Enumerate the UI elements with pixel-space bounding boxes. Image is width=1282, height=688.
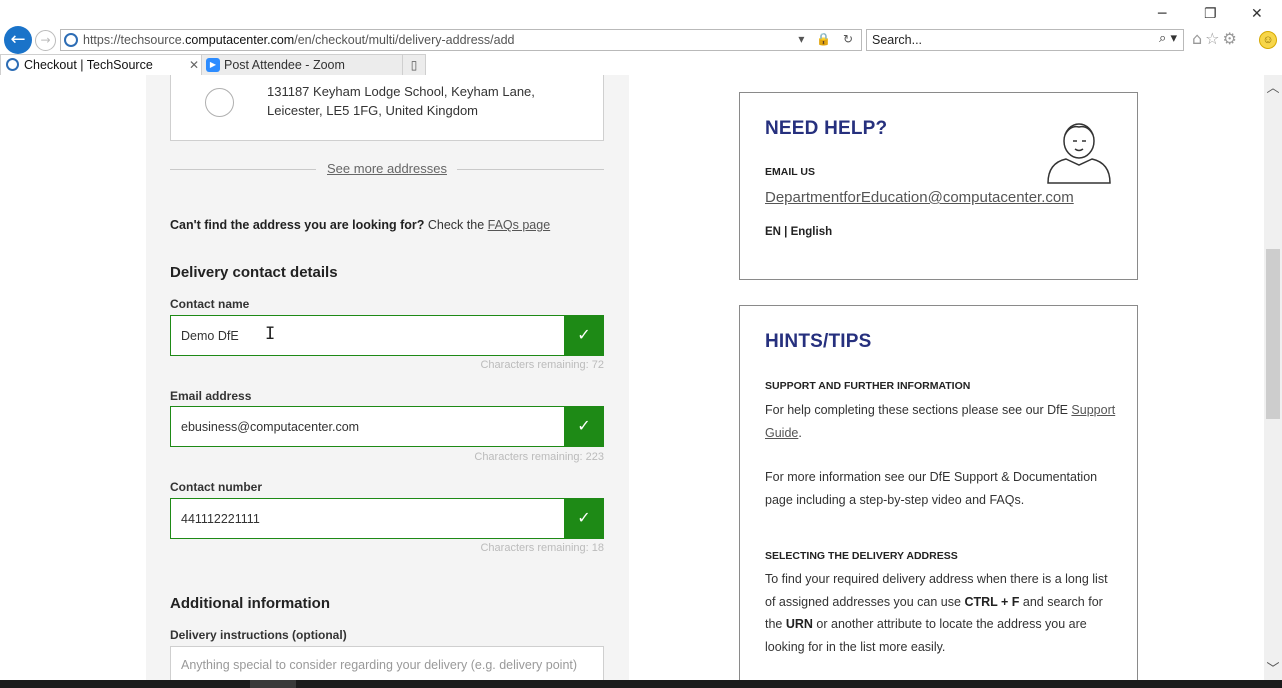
contact-name-remaining: Characters remaining: 72	[480, 359, 604, 371]
contact-number-remaining: Characters remaining: 18	[480, 542, 604, 554]
faq-hint: Can't find the address you are looking f…	[170, 218, 550, 232]
minimize-icon[interactable]: ─	[1158, 6, 1166, 22]
tab-bar: Checkout | TechSource ✕ ▶ Post Attendee …	[0, 54, 1282, 75]
tab-zoom[interactable]: ▶ Post Attendee - Zoom	[202, 54, 402, 75]
taskbar-strip	[0, 680, 1282, 688]
restore-icon[interactable]: ❐	[1204, 6, 1217, 22]
faq-question: Can't find the address you are looking f…	[170, 218, 425, 232]
contact-number-input[interactable]	[181, 510, 551, 528]
search-input[interactable]	[872, 32, 1142, 48]
see-more-addresses-link[interactable]: See more addresses	[327, 161, 447, 176]
techsource-favicon-icon	[6, 58, 19, 71]
need-help-panel: NEED HELP? EMAIL US DepartmentforEducati…	[739, 92, 1138, 280]
address-text: 131187 Keyham Lodge School, Keyham Lane,…	[267, 84, 535, 118]
support-heading: SUPPORT AND FURTHER INFORMATION	[765, 380, 971, 392]
see-more-divider: See more addresses	[170, 161, 604, 177]
close-tab-icon[interactable]: ✕	[189, 55, 199, 75]
support-person-icon	[1047, 123, 1111, 184]
additional-info-heading: Additional information	[170, 595, 330, 612]
hints-tips-title: HINTS/TIPS	[765, 331, 872, 352]
contact-number-label: Contact number	[170, 480, 263, 494]
delivery-instructions-input[interactable]	[181, 656, 591, 674]
forward-arrow-icon[interactable]: →	[35, 30, 56, 51]
email-field[interactable]: ✓	[170, 406, 604, 447]
email-us-label: EMAIL US	[765, 166, 815, 178]
tab-checkout[interactable]: Checkout | TechSource ✕	[0, 54, 202, 75]
valid-check-icon: ✓	[564, 498, 604, 539]
contact-name-input[interactable]	[181, 327, 551, 345]
zoom-favicon-icon: ▶	[206, 58, 220, 72]
contact-number-field[interactable]: ✓	[170, 498, 604, 539]
contact-name-label: Contact name	[170, 297, 250, 311]
address-card[interactable]: 131187 Keyham Lodge School, Keyham Lane,…	[170, 75, 604, 141]
site-favicon-icon	[64, 33, 78, 47]
address-radio[interactable]	[205, 88, 234, 117]
email-input[interactable]	[181, 418, 551, 436]
valid-check-icon: ✓	[564, 406, 604, 447]
page-viewport: 131187 Keyham Lodge School, Keyham Lane,…	[0, 75, 1264, 680]
faqs-page-link[interactable]: FAQs page	[488, 218, 551, 232]
delivery-instructions-label: Delivery instructions (optional)	[170, 628, 347, 642]
valid-check-icon: ✓	[564, 315, 604, 356]
scroll-thumb[interactable]	[1266, 249, 1280, 419]
delivery-instructions-field[interactable]	[170, 646, 604, 680]
need-help-title: NEED HELP?	[765, 118, 888, 139]
page-scrollbar[interactable]: ︿ ﹀	[1264, 75, 1282, 680]
tab-label: Post Attendee - Zoom	[224, 58, 345, 72]
search-icon[interactable]: ⌕ ▾	[1159, 31, 1177, 46]
home-favorites-settings-icons[interactable]: ⌂☆⚙	[1192, 29, 1240, 48]
tab-label: Checkout | TechSource	[24, 58, 153, 72]
checkout-form-column: 131187 Keyham Lodge School, Keyham Lane,…	[146, 75, 629, 680]
selecting-address-heading: SELECTING THE DELIVERY ADDRESS	[765, 550, 958, 562]
language-selector[interactable]: EN | English	[765, 226, 832, 238]
browser-chrome: ─ ❐ ✕ ← → https://techsource.computacent…	[0, 0, 1282, 75]
hints-tips-panel: HINTS/TIPS SUPPORT AND FURTHER INFORMATI…	[739, 305, 1138, 680]
url-text[interactable]: https://techsource.computacenter.com/en/…	[83, 33, 515, 47]
support-text: For help completing these sections pleas…	[765, 403, 1116, 440]
selecting-address-text: To find your required delivery address w…	[765, 572, 1108, 654]
back-arrow-icon[interactable]: ←	[4, 26, 32, 54]
lock-refresh-icons[interactable]: ▾ 🔒 ↻	[798, 32, 857, 46]
scroll-up-icon[interactable]: ︿	[1264, 77, 1282, 97]
help-email-link[interactable]: DepartmentforEducation@computacenter.com	[765, 189, 1074, 206]
more-info-text: For more information see our DfE Support…	[765, 470, 1098, 507]
search-bar[interactable]: ⌕ ▾	[866, 29, 1184, 51]
email-label: Email address	[170, 389, 252, 403]
feedback-smiley-icon[interactable]: ☺	[1259, 31, 1277, 49]
address-bar[interactable]: https://techsource.computacenter.com/en/…	[60, 29, 862, 51]
email-remaining: Characters remaining: 223	[474, 451, 604, 463]
scroll-down-icon[interactable]: ﹀	[1264, 658, 1282, 678]
new-tab-button[interactable]: ▯	[402, 54, 426, 75]
delivery-contact-heading: Delivery contact details	[170, 264, 338, 281]
faq-text: Check the	[424, 218, 488, 232]
close-window-icon[interactable]: ✕	[1251, 6, 1263, 22]
text-cursor-icon: I	[265, 324, 276, 344]
contact-name-field[interactable]: ✓	[170, 315, 604, 356]
